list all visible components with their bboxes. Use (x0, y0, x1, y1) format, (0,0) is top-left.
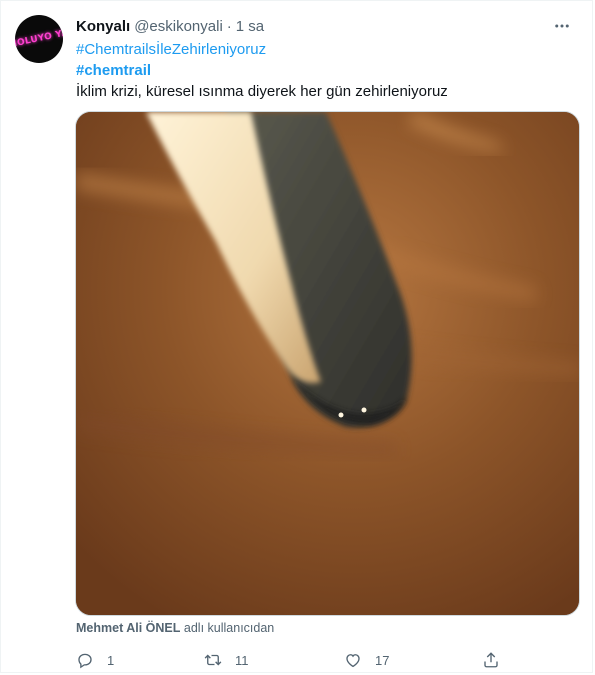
author-handle[interactable]: @eskikonyali (134, 18, 223, 35)
media-credit-user[interactable]: Mehmet Ali ÖNEL (76, 621, 180, 635)
tweet-text: #ChemtrailsİleZehirleniyoruz #chemtrail … (76, 39, 572, 102)
like-button[interactable]: 17 (343, 649, 389, 671)
heart-icon (343, 650, 363, 670)
separator-dot: · (226, 17, 232, 35)
reply-button[interactable]: 1 (75, 649, 114, 671)
author-name[interactable]: Konyalı (76, 18, 130, 35)
more-icon[interactable] (552, 16, 572, 36)
share-icon (481, 650, 501, 670)
like-count: 17 (375, 652, 390, 668)
retweet-icon (203, 650, 223, 670)
tweet-header: Konyalı @eskikonyali · 1 sa (76, 16, 572, 36)
tweet-card[interactable]: NOLUYO YA Konyalı @eskikonyali · 1 sa #C… (0, 0, 593, 673)
media-credit: Mehmet Ali ÖNEL adlı kullanıcıdan (76, 621, 274, 635)
reply-count: 1 (107, 652, 115, 668)
share-button[interactable] (481, 649, 501, 671)
hashtag-link[interactable]: #chemtrail (76, 60, 572, 81)
retweet-count: 11 (235, 652, 249, 668)
tweet-time[interactable]: 1 sa (236, 18, 264, 35)
tweet-actions: 1 11 17 (75, 649, 505, 671)
reply-icon (75, 650, 95, 670)
media-credit-suffix: adlı kullanıcıdan (183, 621, 275, 635)
avatar[interactable]: NOLUYO YA (15, 15, 63, 63)
contrail-photo (76, 112, 579, 615)
tweet-media-image[interactable] (75, 111, 580, 616)
retweet-button[interactable]: 11 (203, 649, 249, 671)
tweet-body: İklim krizi, küresel ısınma diyerek her … (76, 83, 448, 100)
hashtag-link[interactable]: #ChemtrailsİleZehirleniyoruz (76, 39, 572, 60)
avatar-logo: NOLUYO YA (15, 27, 63, 51)
